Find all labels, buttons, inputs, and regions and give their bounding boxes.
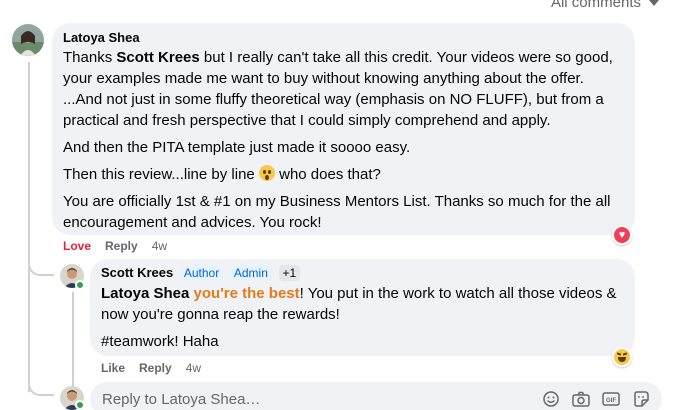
comments-filter[interactable]: All comments xyxy=(551,0,659,11)
comment-timestamp[interactable]: 4w xyxy=(152,239,167,253)
current-user-online-indicator xyxy=(75,400,85,410)
online-status-indicator xyxy=(75,280,85,290)
thread-line xyxy=(28,62,30,392)
thread-line-reply xyxy=(72,292,74,388)
emoji-icon[interactable] xyxy=(542,390,560,408)
wow-emoji-icon xyxy=(258,165,275,181)
comment-body: Thanks Scott Krees but I really can't ta… xyxy=(63,49,613,231)
author-badge: Author xyxy=(179,265,224,281)
caret-down-icon xyxy=(649,0,659,6)
comment-actions: Love Reply 4w xyxy=(63,239,167,253)
reply-composer: GIF xyxy=(90,382,662,410)
svg-text:GIF: GIF xyxy=(606,398,616,404)
reply-button[interactable]: Reply xyxy=(105,239,138,253)
haha-reaction-icon[interactable] xyxy=(612,347,632,367)
comment-author[interactable]: Latoya Shea xyxy=(63,30,624,45)
gif-icon[interactable]: GIF xyxy=(602,390,620,408)
thread-connector xyxy=(28,250,54,276)
heart-reaction-icon[interactable]: ♥ xyxy=(612,225,632,245)
thread-connector-replybox xyxy=(28,370,54,396)
reply-body: Latoya Shea you're the best! You put in … xyxy=(101,285,617,350)
reply-actions: Like Reply 4w xyxy=(101,361,201,375)
comment-bubble: Latoya Shea Thanks Scott Krees but I rea… xyxy=(52,23,635,235)
composer-tools: GIF xyxy=(542,390,650,408)
reply-button-2[interactable]: Reply xyxy=(139,361,172,375)
reply-author-row: Scott Krees Author Admin +1 xyxy=(101,265,624,281)
admin-badge: Admin xyxy=(229,265,272,281)
highlight-text: you're the best xyxy=(193,285,300,302)
reply-input[interactable] xyxy=(102,390,542,408)
like-button[interactable]: Like xyxy=(101,361,125,375)
hashtag-teamwork[interactable]: #teamwork xyxy=(101,333,174,350)
mention-scott-krees[interactable]: Scott Krees xyxy=(116,49,199,66)
camera-icon[interactable] xyxy=(572,390,590,408)
more-badges[interactable]: +1 xyxy=(278,265,301,281)
sticker-icon[interactable] xyxy=(632,390,650,408)
mention-latoya-shea[interactable]: Latoya Shea xyxy=(101,285,189,302)
love-button[interactable]: Love xyxy=(63,239,91,253)
avatar-latoya-shea[interactable] xyxy=(12,24,44,56)
reply-bubble: Scott Krees Author Admin +1 Latoya Shea … xyxy=(90,259,635,356)
reply-author[interactable]: Scott Krees xyxy=(101,265,173,280)
reply-timestamp[interactable]: 4w xyxy=(186,361,201,375)
comments-filter-label: All comments xyxy=(550,0,641,11)
